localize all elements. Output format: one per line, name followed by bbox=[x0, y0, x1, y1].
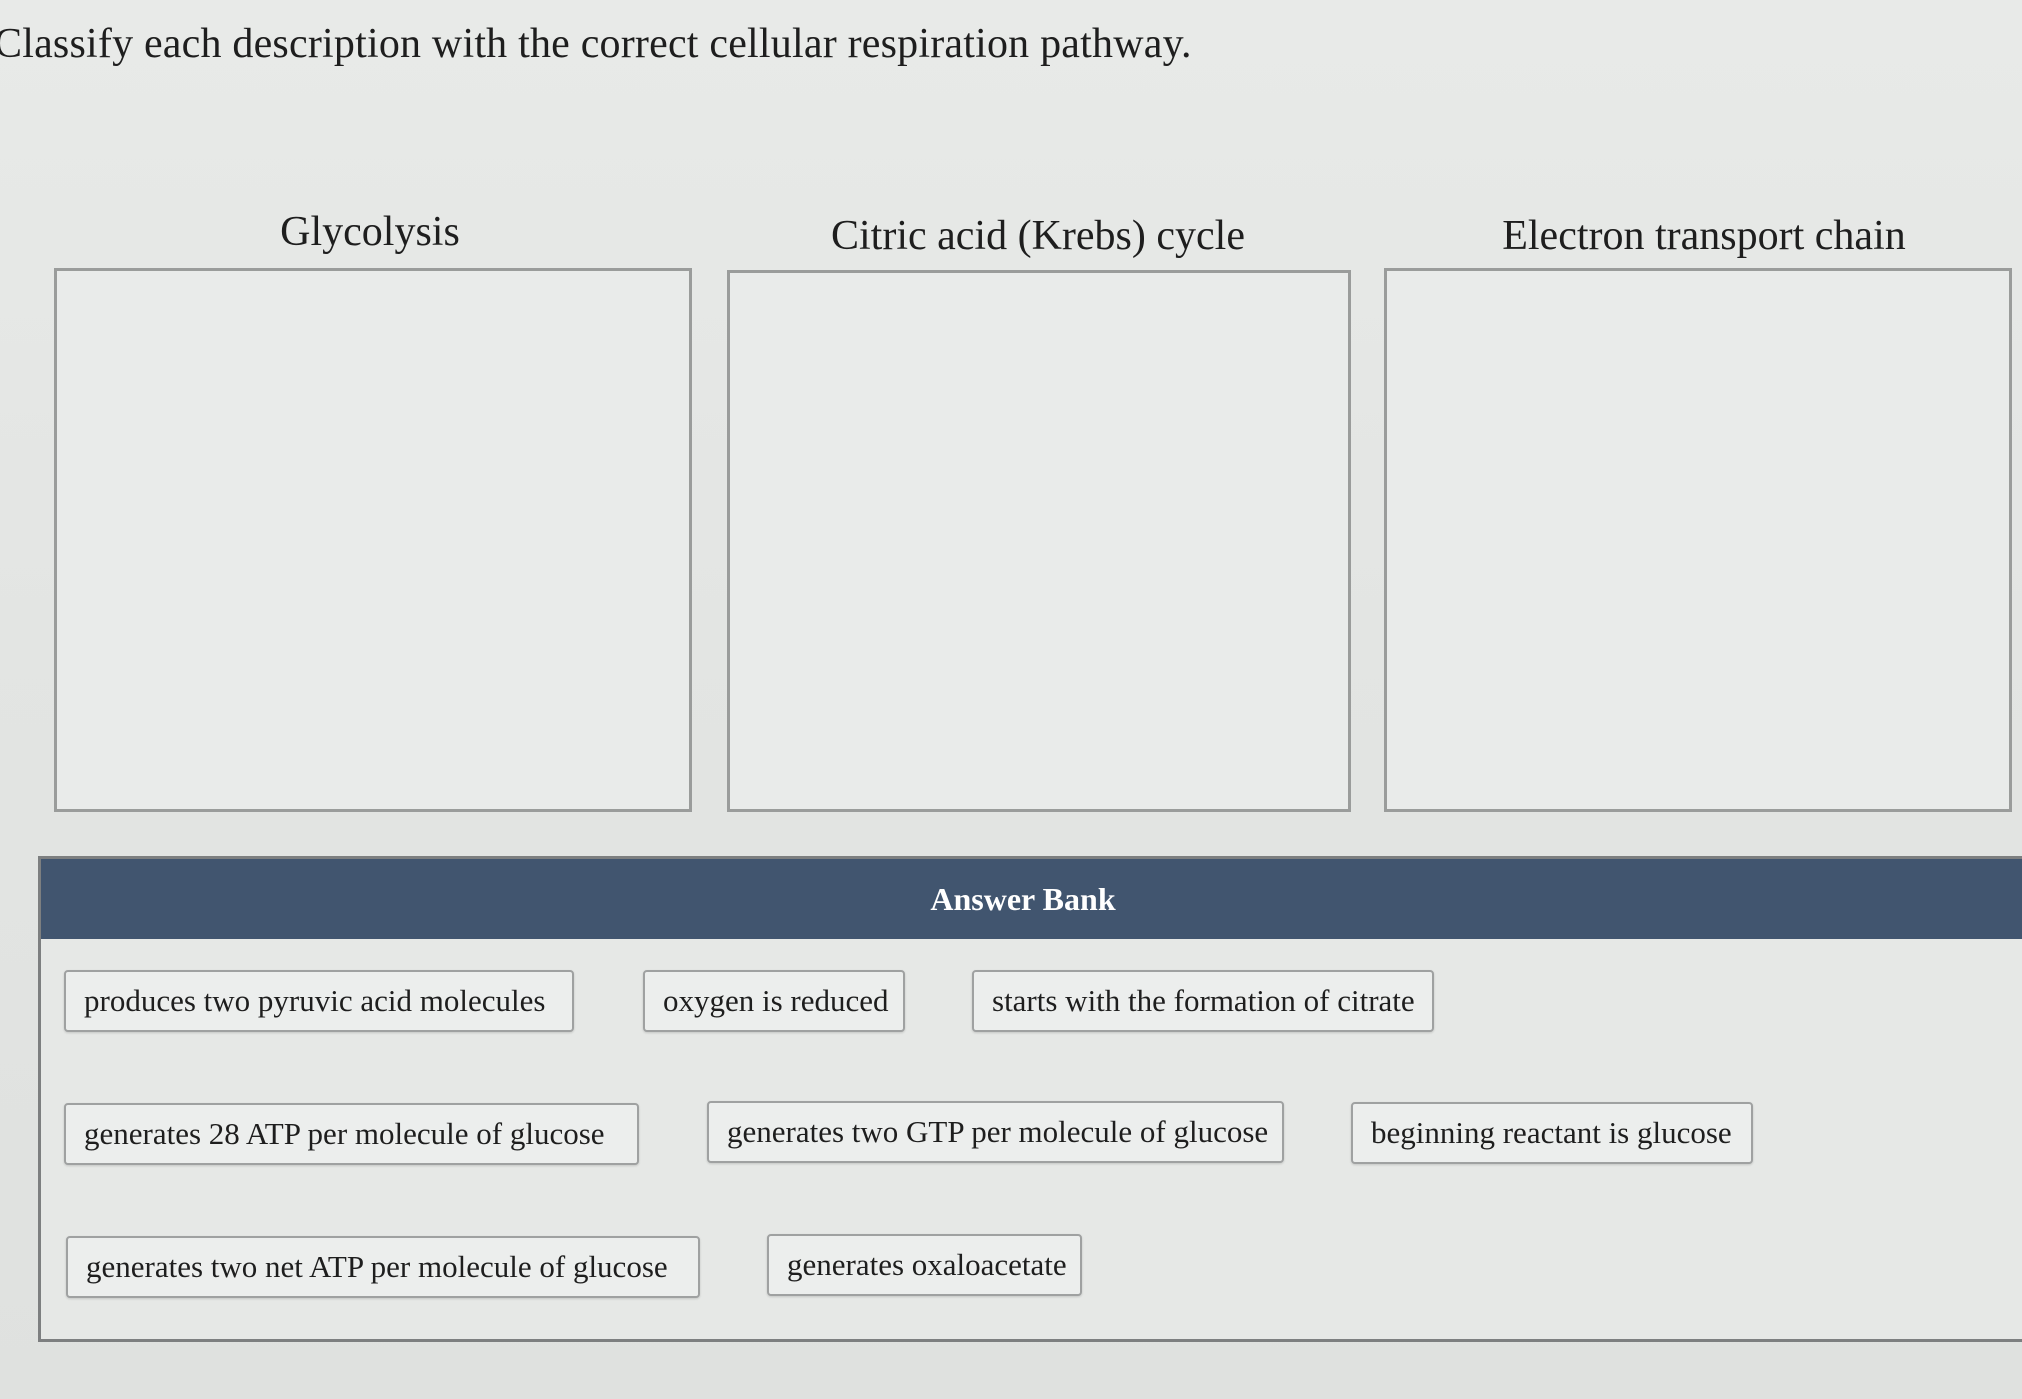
answer-chip[interactable]: oxygen is reduced bbox=[643, 970, 905, 1032]
instructions-text: Classify each description with the corre… bbox=[0, 21, 1192, 67]
answer-chip[interactable]: generates two GTP per molecule of glucos… bbox=[707, 1101, 1284, 1163]
answer-chip[interactable]: starts with the formation of citrate bbox=[972, 970, 1434, 1032]
category-title-krebs: Citric acid (Krebs) cycle bbox=[831, 213, 1245, 259]
drop-zone-etc[interactable] bbox=[1384, 268, 2012, 812]
drop-zone-krebs[interactable] bbox=[727, 270, 1351, 812]
activity-page: Classify each description with the corre… bbox=[0, 0, 2022, 1399]
answer-bank-header: Answer Bank bbox=[41, 859, 2022, 939]
answer-chip[interactable]: produces two pyruvic acid molecules bbox=[64, 970, 574, 1032]
drop-zone-glycolysis[interactable] bbox=[54, 268, 692, 812]
category-title-etc: Electron transport chain bbox=[1502, 213, 1906, 259]
answer-chip[interactable]: generates two net ATP per molecule of gl… bbox=[66, 1236, 700, 1298]
answer-chip[interactable]: generates oxaloacetate bbox=[767, 1234, 1082, 1296]
category-title-glycolysis: Glycolysis bbox=[280, 209, 460, 255]
answer-chip[interactable]: beginning reactant is glucose bbox=[1351, 1102, 1753, 1164]
answer-chip[interactable]: generates 28 ATP per molecule of glucose bbox=[64, 1103, 639, 1165]
